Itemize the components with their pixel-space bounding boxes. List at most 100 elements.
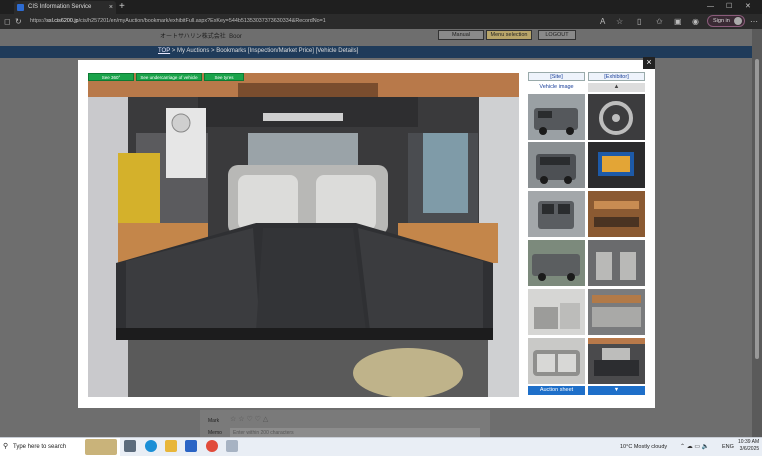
thumb-van-front-icon: [528, 142, 585, 188]
weather-temperature: 10°C: [620, 444, 633, 450]
thumb-van-side-icon: [528, 240, 585, 286]
thumb-cabin-icon: [588, 289, 645, 335]
van-interior-photo: [88, 73, 519, 397]
see-undercarriage-button[interactable]: See undercarriage of vehicle: [136, 73, 202, 81]
back-icon[interactable]: ◻: [4, 15, 11, 28]
auction-sheet-button[interactable]: Auction sheet: [528, 386, 585, 395]
logout-button[interactable]: LOGOUT: [538, 30, 576, 40]
main-vehicle-photo: [88, 73, 519, 397]
modal-close-button[interactable]: ×: [643, 57, 655, 69]
company-name: オートサハリン株式会社 Boor: [160, 31, 242, 40]
memo-label: Memo: [208, 430, 222, 436]
task-view-icon[interactable]: [124, 440, 136, 452]
tab-exhibitor[interactable]: [Exhibitor]: [588, 72, 645, 81]
see-tyres-button[interactable]: See tyres: [204, 73, 244, 81]
favorite-star-icon[interactable]: ☆: [616, 15, 623, 28]
extensions-icon[interactable]: ◉: [692, 15, 699, 28]
thumbnail-7[interactable]: [588, 94, 645, 140]
more-menu-icon[interactable]: ⋯: [750, 15, 758, 28]
taskbar-clock[interactable]: 10:39 AM 3/6/2025: [738, 439, 759, 453]
refresh-icon[interactable]: ↻: [15, 15, 22, 28]
logout-label: LOGOUT: [545, 32, 569, 38]
browser-tab[interactable]: CIS Information Service ×: [14, 1, 116, 14]
search-icon: ⚲: [3, 443, 9, 450]
search-placeholder: Type here to search: [13, 444, 67, 450]
thumbnail-6[interactable]: [528, 338, 585, 384]
url-host: ssl.cis6200.jp: [46, 18, 79, 24]
site-favicon-icon: [17, 4, 24, 11]
mark-label: Mark: [208, 418, 220, 424]
breadcrumb-bar: [0, 46, 752, 58]
breadcrumb: TOP > My Auctions > Bookmarks [Inspectio…: [158, 48, 358, 54]
thumb-van-exterior-icon: [528, 94, 585, 140]
new-tab-button[interactable]: +: [119, 0, 125, 13]
see-360-button[interactable]: See 360°: [88, 73, 134, 81]
breadcrumb-vehicle-details: [Vehicle Details]: [315, 48, 359, 54]
read-aloud-icon[interactable]: A: [600, 15, 605, 28]
mark-icons[interactable]: ☆ ☆ ♡ ♡ △: [230, 415, 268, 423]
avatar-icon: [734, 17, 742, 25]
clock-time: 10:39 AM: [738, 439, 760, 445]
menu-selection-button[interactable]: Menu selection: [486, 30, 532, 40]
page-scrollbar[interactable]: [752, 29, 762, 439]
sign-in-label: Sign in: [713, 18, 730, 24]
mail-icon[interactable]: [185, 440, 197, 452]
company-name-text: オートサハリン株式会社: [160, 34, 226, 40]
maximize-icon[interactable]: ☐: [726, 0, 732, 13]
weather-widget[interactable]: 10°C Mostly cloudy: [620, 438, 667, 456]
thumbnail-11[interactable]: [588, 289, 645, 335]
thumbnail-12[interactable]: [588, 338, 645, 384]
thumbnail-1[interactable]: [528, 94, 585, 140]
search-highlight-image: [85, 439, 117, 455]
language-indicator[interactable]: ENG: [722, 438, 734, 456]
breadcrumb-top-link[interactable]: TOP: [158, 48, 170, 54]
favorites-bar-icon[interactable]: ✩: [656, 15, 663, 28]
tab-site[interactable]: [Site]: [528, 72, 585, 81]
sign-in-button[interactable]: Sign in: [707, 15, 745, 27]
window-close-icon[interactable]: ✕: [745, 0, 751, 13]
thumbnail-10[interactable]: [588, 240, 645, 286]
manual-button[interactable]: Manual: [438, 30, 484, 40]
chrome-icon[interactable]: [206, 440, 218, 452]
breadcrumb-my-auctions[interactable]: My Auctions: [177, 48, 209, 54]
thumb-front-seats-icon: [588, 240, 645, 286]
file-explorer-icon[interactable]: [165, 440, 177, 452]
thumb-interior-seats-icon: [528, 289, 585, 335]
split-screen-icon[interactable]: ▯: [637, 15, 641, 28]
thumb-van-rear-icon: [528, 191, 585, 237]
thumbnail-2[interactable]: [528, 142, 585, 188]
thumbnail-4[interactable]: [528, 240, 585, 286]
company-name-suffix: Boor: [229, 34, 242, 40]
thumbnails-down-button[interactable]: ▼: [588, 386, 645, 395]
scrollbar-thumb[interactable]: [755, 59, 759, 359]
vehicle-image-label: Vehicle image: [539, 84, 574, 90]
mark-memo-panel: Mark ☆ ☆ ♡ ♡ △ Memo Enter within 200 cha…: [200, 410, 490, 440]
menu-selection-label: Menu selection: [490, 32, 528, 38]
collections-icon[interactable]: ▣: [674, 15, 682, 28]
url-path: /cis/h257201/en/myAuction/bookmark/exhib…: [78, 18, 326, 24]
thumb-dash-screen-icon: [588, 142, 645, 188]
thumb-steering-wheel-icon: [588, 94, 645, 140]
manual-label: Manual: [451, 32, 471, 38]
thumbnails-up-button[interactable]: ▲: [588, 83, 645, 92]
thumbnail-3[interactable]: [528, 191, 585, 237]
tab-title: CIS Information Service: [28, 4, 92, 10]
tray-icons[interactable]: ⌃ ☁ ▭ 🔈: [680, 438, 709, 456]
edge-icon[interactable]: [145, 440, 157, 452]
tab-close-icon[interactable]: ×: [109, 1, 113, 14]
thumbnail-5[interactable]: [528, 289, 585, 335]
minimize-icon[interactable]: —: [707, 0, 714, 13]
thumbnail-9[interactable]: [588, 191, 645, 237]
breadcrumb-separator: >: [211, 48, 215, 54]
thumb-wood-console-icon: [588, 191, 645, 237]
url-scheme: https://: [30, 18, 47, 24]
clock-date: 3/6/2025: [739, 446, 760, 452]
thumb-bed-icon: [588, 338, 645, 384]
breadcrumb-bookmarks[interactable]: Bookmarks [Inspection/Market Price]: [216, 48, 314, 54]
breadcrumb-separator: >: [171, 48, 176, 54]
app-icon[interactable]: [226, 440, 238, 452]
thumb-rear-seats-icon: [528, 338, 585, 384]
url-field[interactable]: https://ssl.cis6200.jp/cis/h257201/en/my…: [30, 16, 590, 27]
thumbnail-8[interactable]: [588, 142, 645, 188]
weather-condition: Mostly cloudy: [633, 444, 668, 450]
